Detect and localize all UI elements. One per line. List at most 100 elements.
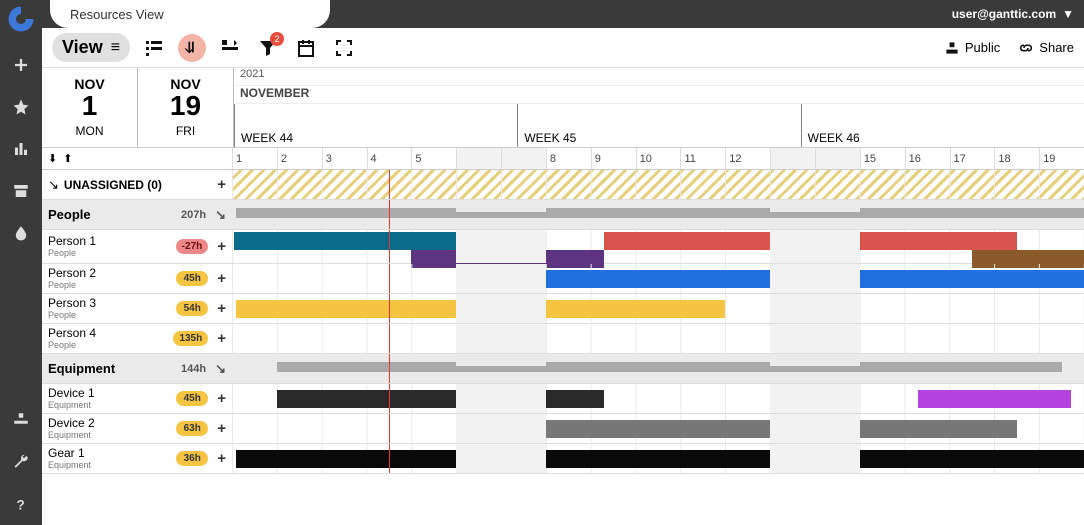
day-cell: 2	[277, 148, 322, 169]
calendar-icon[interactable]	[292, 34, 320, 62]
week-cell: WEEK 45	[517, 104, 800, 147]
task-bar[interactable]	[236, 450, 1084, 468]
today-line	[389, 264, 390, 293]
collapse-all-down-icon[interactable]: ⬇	[48, 152, 57, 165]
resource-lane[interactable]	[232, 384, 1084, 413]
unassigned-expand-icon[interactable]: ↘	[48, 177, 59, 193]
logo[interactable]	[6, 4, 36, 34]
date-range-start[interactable]: NOV 1 MON	[42, 68, 137, 147]
day-cell	[456, 148, 501, 169]
day-cell: 17	[950, 148, 995, 169]
resource-name: Person 1	[48, 235, 96, 248]
fullscreen-icon[interactable]	[330, 34, 358, 62]
group-lane	[232, 200, 1084, 229]
week-cell: WEEK 44	[234, 104, 517, 147]
day-cell	[770, 148, 815, 169]
display-options-icon[interactable]	[216, 34, 244, 62]
add-task-button[interactable]: +	[217, 390, 226, 407]
task-bar[interactable]	[501, 270, 1084, 288]
task-bar[interactable]	[236, 300, 725, 318]
day-cell: 16	[905, 148, 950, 169]
add-icon[interactable]	[10, 54, 32, 76]
group-collapse-icon[interactable]: ↘	[215, 361, 226, 377]
add-task-button[interactable]: +	[217, 420, 226, 437]
today-line	[389, 170, 390, 199]
chevron-down-icon: ▼	[1062, 7, 1074, 21]
resource-subtitle: People	[48, 340, 96, 350]
add-unassigned-button[interactable]: +	[217, 176, 226, 193]
today-line	[389, 414, 390, 443]
day-cell	[501, 148, 546, 169]
group-collapse-icon[interactable]: ↘	[215, 207, 226, 223]
today-line	[389, 294, 390, 323]
day-cell: 5	[411, 148, 456, 169]
resource-lane[interactable]	[232, 264, 1084, 293]
resource-subtitle: Equipment	[48, 460, 91, 470]
add-task-button[interactable]: +	[217, 300, 226, 317]
day-cell: 10	[636, 148, 681, 169]
group-list-icon[interactable]	[140, 34, 168, 62]
resource-subtitle: Equipment	[48, 430, 95, 440]
month-label: NOVEMBER	[234, 86, 1084, 104]
collapse-all-up-icon[interactable]: ⬆	[63, 152, 72, 165]
day-cell: 1	[232, 148, 277, 169]
view-selector[interactable]: View ≡	[52, 33, 130, 62]
day-cell: 11	[680, 148, 725, 169]
resource-lane[interactable]	[232, 414, 1084, 443]
task-bar[interactable]	[277, 390, 604, 408]
user-email: user@ganttic.com	[952, 7, 1056, 21]
help-icon[interactable]: ?	[10, 493, 32, 515]
public-button[interactable]: Public	[944, 40, 1000, 56]
task-bar[interactable]	[604, 232, 1017, 250]
svg-text:?: ?	[17, 497, 25, 512]
date-range-end[interactable]: NOV 19 FRI	[138, 68, 233, 147]
resource-lane[interactable]	[232, 444, 1084, 473]
util-bar	[770, 212, 860, 218]
day-cell: 12	[725, 148, 770, 169]
resource-lane[interactable]	[232, 294, 1084, 323]
drop-icon[interactable]	[10, 222, 32, 244]
today-line	[389, 200, 390, 229]
resource-lane[interactable]	[232, 230, 1084, 263]
today-line	[389, 384, 390, 413]
report-icon[interactable]	[10, 138, 32, 160]
util-bar	[546, 362, 770, 372]
today-line	[389, 354, 390, 383]
user-menu[interactable]: user@ganttic.com ▼	[952, 7, 1074, 21]
day-cell: 19	[1039, 148, 1084, 169]
unassigned-lane[interactable]	[232, 170, 1084, 199]
resource-name: Person 4	[48, 327, 96, 340]
today-line	[389, 230, 390, 263]
hours-badge: -27h	[176, 239, 209, 254]
share-label: Share	[1039, 40, 1074, 55]
today-line	[389, 444, 390, 473]
util-bar	[770, 366, 860, 372]
sort-icon[interactable]	[178, 34, 206, 62]
util-bar	[456, 212, 546, 218]
day-cell: 18	[994, 148, 1039, 169]
group-name: Equipment	[48, 361, 115, 376]
task-bar[interactable]	[492, 420, 1017, 438]
resource-bottom-icon[interactable]	[10, 409, 32, 431]
resource-subtitle: Equipment	[48, 400, 95, 410]
add-task-button[interactable]: +	[217, 270, 226, 287]
star-icon[interactable]	[10, 96, 32, 118]
util-bar	[277, 362, 456, 372]
group-hours: 207h	[181, 209, 206, 221]
add-task-button[interactable]: +	[217, 238, 226, 255]
hours-badge: 135h	[173, 331, 208, 346]
view-label: View	[62, 37, 103, 58]
filter-icon[interactable]: 2	[254, 34, 282, 62]
archive-icon[interactable]	[10, 180, 32, 202]
task-bar[interactable]	[918, 390, 1070, 408]
task-bar[interactable]	[234, 232, 546, 250]
add-task-button[interactable]: +	[217, 450, 226, 467]
today-line	[389, 324, 390, 353]
resource-lane[interactable]	[232, 324, 1084, 353]
hours-badge: 63h	[176, 421, 208, 436]
wrench-icon[interactable]	[10, 451, 32, 473]
day-cell: 15	[860, 148, 905, 169]
resource-name: Gear 1	[48, 447, 91, 460]
share-button[interactable]: Share	[1018, 40, 1074, 56]
add-task-button[interactable]: +	[217, 330, 226, 347]
